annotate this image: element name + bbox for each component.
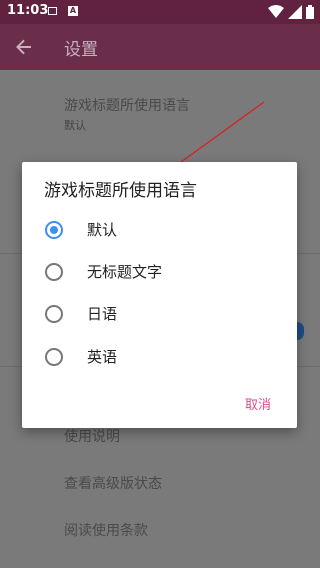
option-english[interactable]: 英语 [22,335,297,377]
option-label: 英语 [87,348,118,366]
option-default[interactable]: 默认 [22,208,297,250]
cancel-button[interactable]: 取消 [245,394,271,413]
radio-unchecked-icon[interactable] [45,348,63,366]
language-dialog: 游戏标题所使用语言 默认 无标题文字 日语 英语 取消 [22,162,297,428]
option-label: 日语 [87,305,118,323]
option-no-title[interactable]: 无标题文字 [22,250,297,292]
dialog-title: 游戏标题所使用语言 [44,181,197,201]
option-label: 无标题文字 [87,263,163,281]
option-label: 默认 [87,221,118,239]
radio-checked-icon[interactable] [45,221,63,239]
option-japanese[interactable]: 日语 [22,292,297,334]
radio-unchecked-icon[interactable] [45,305,63,323]
radio-unchecked-icon[interactable] [45,263,63,281]
